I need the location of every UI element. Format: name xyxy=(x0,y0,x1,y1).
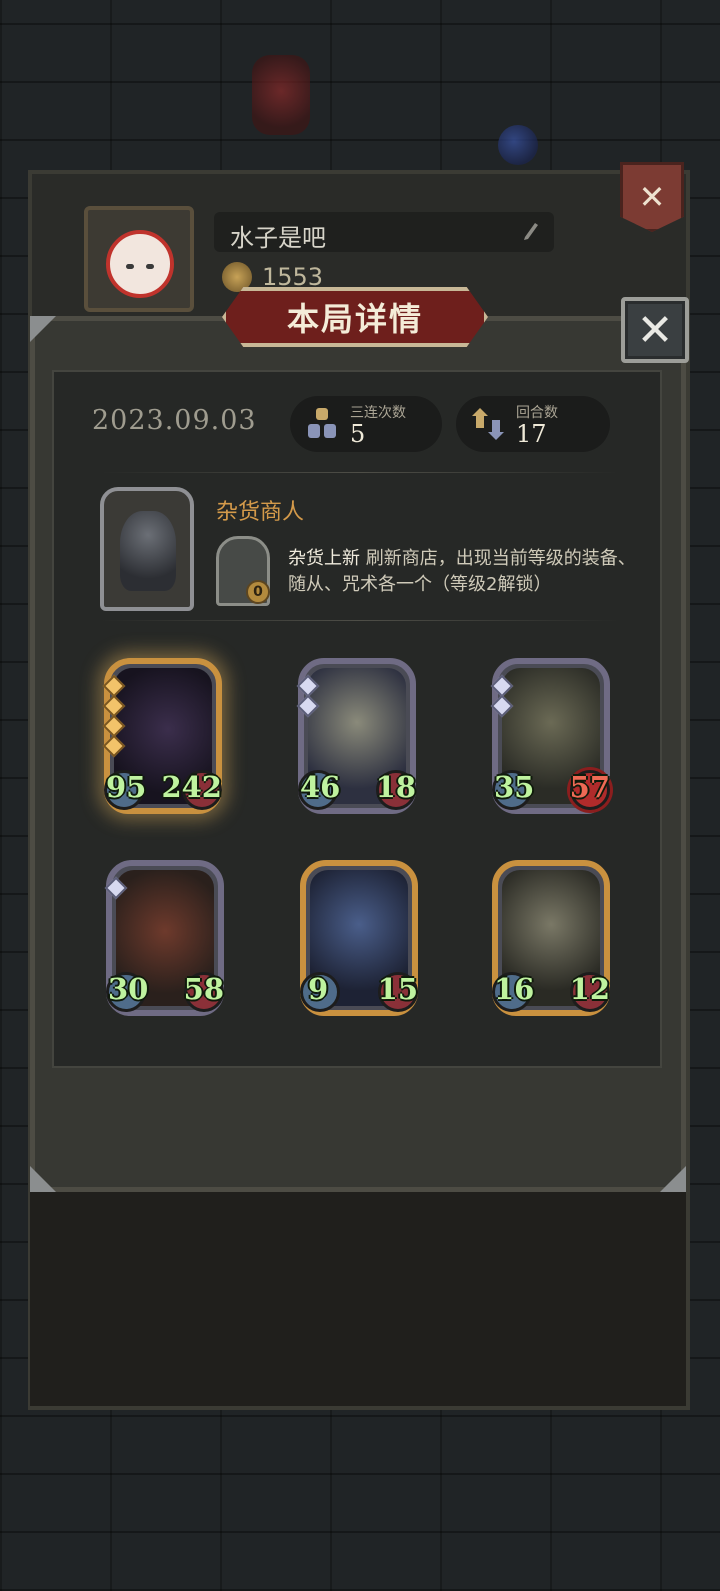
divider xyxy=(100,472,620,473)
divider xyxy=(100,620,620,621)
round-count-stat: 回合数 17 xyxy=(456,396,610,452)
pencil-icon[interactable] xyxy=(522,220,540,242)
card-health: 242 xyxy=(161,770,222,804)
lantern-decoration xyxy=(252,55,310,135)
potion-decoration xyxy=(498,125,538,165)
minion-card[interactable]: 30 58 xyxy=(104,860,224,1016)
close-button[interactable]: ✕ xyxy=(621,297,689,363)
lower-panel xyxy=(30,1192,686,1406)
player-name-field[interactable]: 水子是吧 xyxy=(214,212,554,252)
dialog-title: 本局详情 xyxy=(286,300,423,338)
card-attack: 30 xyxy=(108,972,149,1006)
merchant-portrait[interactable] xyxy=(100,487,194,611)
stat-label: 回合数 xyxy=(516,405,558,421)
avatar[interactable] xyxy=(84,206,194,312)
minion-card[interactable]: 16 12 xyxy=(492,860,610,1016)
minion-card[interactable]: 9 15 xyxy=(300,860,418,1016)
triple-icon xyxy=(308,408,336,438)
card-attack: 16 xyxy=(494,972,535,1006)
minion-card[interactable]: 95 242 xyxy=(102,658,222,814)
stat-value: 5 xyxy=(350,420,366,448)
card-health: 57 xyxy=(569,770,610,804)
card-health: 15 xyxy=(377,972,418,1006)
card-attack: 9 xyxy=(308,972,329,1006)
stat-value: 17 xyxy=(516,420,547,448)
cat-merchant-icon xyxy=(120,511,176,591)
stat-label: 三连次数 xyxy=(350,405,406,421)
match-date: 2023.09.03 xyxy=(92,405,257,436)
rounds-icon xyxy=(472,408,504,440)
card-attack: 46 xyxy=(300,770,341,804)
card-attack: 35 xyxy=(494,770,535,804)
coin-count: 1553 xyxy=(262,263,324,291)
card-attack: 95 xyxy=(106,770,147,804)
card-health: 18 xyxy=(375,770,416,804)
skill-description: 杂货上新 刷新商店，出现当前等级的装备、随从、咒术各一个（等级2解锁） xyxy=(288,546,636,598)
triple-count-stat: 三连次数 5 xyxy=(290,396,442,452)
player-name: 水子是吧 xyxy=(230,224,326,252)
skill-cost: 0 xyxy=(246,580,270,604)
card-health: 58 xyxy=(183,972,224,1006)
title-banner: 本局详情 xyxy=(222,287,488,347)
merchant-name: 杂货商人 xyxy=(216,500,305,525)
minion-card[interactable]: 46 18 xyxy=(296,658,416,814)
card-health: 12 xyxy=(569,972,610,1006)
minion-card[interactable]: 35 57 xyxy=(490,658,610,814)
avatar-face xyxy=(106,230,174,298)
avatar-eye xyxy=(146,264,154,269)
skill-name: 杂货上新 xyxy=(288,548,360,569)
avatar-eye xyxy=(126,264,134,269)
close-icon: ✕ xyxy=(636,304,674,356)
